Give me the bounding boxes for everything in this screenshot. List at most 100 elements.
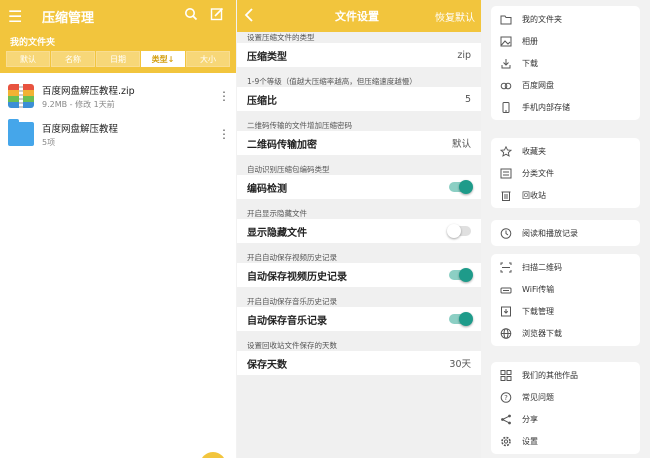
- more-options-icon[interactable]: ⋮: [218, 127, 230, 141]
- scan-icon: [500, 261, 512, 273]
- menu-item-label: 设置: [522, 436, 538, 446]
- setting-name: 自动保存音乐记录: [247, 315, 327, 327]
- trash-icon: [500, 189, 512, 201]
- floating-action-button[interactable]: [200, 452, 226, 458]
- menu-card: 我的文件夹相册下载百度网盘手机内部存储: [491, 6, 640, 120]
- menu-item-label: 浏览器下载: [522, 328, 562, 338]
- file-info: 百度网盘解压教程 5项: [42, 121, 218, 148]
- file-row[interactable]: 百度网盘解压教程.zip 9.2MB - 修改 1天前 ⋮: [0, 77, 236, 115]
- edit-icon[interactable]: [206, 7, 228, 25]
- setting-row[interactable]: 保存天数 30天: [237, 351, 481, 375]
- menu-item[interactable]: 回收站: [491, 184, 640, 206]
- app-title: 压缩管理: [42, 10, 95, 26]
- menu-item[interactable]: 我的文件夹: [491, 8, 640, 30]
- menu-item[interactable]: 相册: [491, 30, 640, 52]
- menu-item[interactable]: 扫描二维码: [491, 256, 640, 278]
- menu-item[interactable]: 下载管理: [491, 300, 640, 322]
- toggle-knob: [459, 268, 473, 282]
- setting-group-label: 二维码传输的文件增加压缩密码: [247, 121, 352, 130]
- hamburger-menu-icon[interactable]: ☰: [8, 7, 30, 26]
- menu-item[interactable]: ? 常见问题: [491, 386, 640, 408]
- setting-group-label: 自动识别压缩包编码类型: [247, 165, 330, 174]
- settings-title: 文件设置: [335, 10, 379, 23]
- file-manager-toolbar: ☰ 压缩管理: [0, 0, 236, 32]
- wifi-icon: [500, 283, 512, 295]
- menu-item-label: 下载: [522, 58, 538, 68]
- setting-group-label: 开启自动保存音乐历史记录: [247, 297, 337, 306]
- share-icon: [500, 413, 512, 425]
- settings-toolbar: 文件设置 恢复默认: [237, 0, 481, 32]
- menu-item-label: 收藏夹: [522, 146, 546, 156]
- setting-value: 默认: [451, 139, 471, 150]
- menu-item-label: 常见问题: [522, 392, 554, 402]
- baidu-netdisk-icon: [500, 79, 512, 91]
- menu-item-label: 我的文件夹: [522, 14, 562, 24]
- zip-file-icon: [8, 84, 34, 108]
- more-options-icon[interactable]: ⋮: [218, 89, 230, 103]
- menu-item-label: WiFi传输: [522, 284, 555, 294]
- sort-bar: 默认 名称 日期 类型↓ 大小: [6, 51, 230, 67]
- menu-item[interactable]: 百度网盘: [491, 74, 640, 96]
- menu-item-label: 分享: [522, 414, 538, 424]
- menu-item-label: 阅读和播放记录: [522, 228, 578, 238]
- setting-toggle[interactable]: [449, 180, 473, 194]
- menu-item-label: 百度网盘: [522, 80, 554, 90]
- setting-row[interactable]: 自动保存音乐记录: [237, 307, 481, 331]
- download-icon: [500, 57, 512, 69]
- help-icon: ?: [500, 391, 512, 403]
- sort-option-1[interactable]: 名称: [51, 51, 95, 67]
- menu-item[interactable]: 收藏夹: [491, 140, 640, 162]
- menu-item[interactable]: 手机内部存储: [491, 96, 640, 118]
- menu-card: 阅读和播放记录: [491, 220, 640, 246]
- svg-text:?: ?: [504, 394, 508, 402]
- setting-toggle[interactable]: [449, 268, 473, 282]
- navigation-menu-panel: 我的文件夹 相册 下载 百度网盘 手机内部存储 收藏夹 分类文件 回收站 阅读和播放记录 扫描二维…: [482, 0, 650, 458]
- phone-icon: [500, 101, 512, 113]
- menu-card: 我们的其他作品? 常见问题 分享 设置: [491, 362, 640, 454]
- setting-row[interactable]: 自动保存视频历史记录: [237, 263, 481, 287]
- setting-row[interactable]: 编码检测: [237, 175, 481, 199]
- sort-option-2[interactable]: 日期: [96, 51, 140, 67]
- setting-toggle[interactable]: [449, 312, 473, 326]
- back-arrow-icon[interactable]: [243, 7, 267, 26]
- menu-item[interactable]: 分类文件: [491, 162, 640, 184]
- setting-name: 自动保存视频历史记录: [247, 271, 347, 283]
- menu-card: 收藏夹分类文件 回收站: [491, 138, 640, 208]
- image-icon: [500, 35, 512, 47]
- file-info: 百度网盘解压教程.zip 9.2MB - 修改 1天前: [42, 83, 218, 110]
- settings-icon: [500, 435, 512, 447]
- setting-row[interactable]: 二维码传输加密 默认: [237, 131, 481, 155]
- menu-item[interactable]: 我们的其他作品: [491, 364, 640, 386]
- file-row[interactable]: 百度网盘解压教程 5项 ⋮: [0, 115, 236, 153]
- setting-row[interactable]: 显示隐藏文件: [237, 219, 481, 243]
- menu-item-label: 扫描二维码: [522, 262, 562, 272]
- sort-option-3[interactable]: 类型↓: [141, 51, 185, 67]
- file-meta: 9.2MB - 修改 1天前: [42, 99, 115, 109]
- menu-item[interactable]: 下载: [491, 52, 640, 74]
- setting-group-label: 设置压缩文件的类型: [247, 33, 315, 42]
- setting-toggle[interactable]: [447, 224, 471, 238]
- menu-item[interactable]: WiFi传输: [491, 278, 640, 300]
- apps-icon: [500, 369, 512, 381]
- menu-item[interactable]: 设置: [491, 430, 640, 452]
- search-icon[interactable]: [180, 7, 202, 25]
- sort-option-4[interactable]: 大小: [186, 51, 230, 67]
- sort-option-0[interactable]: 默认: [6, 51, 50, 67]
- setting-row[interactable]: 压缩类型 zip: [237, 43, 481, 67]
- setting-group-label: 开启自动保存视频历史记录: [247, 253, 337, 262]
- setting-value: zip: [457, 49, 471, 61]
- menu-item[interactable]: 阅读和播放记录: [491, 222, 640, 244]
- toggle-knob: [459, 312, 473, 326]
- menu-item[interactable]: 分享: [491, 408, 640, 430]
- menu-item-label: 我们的其他作品: [522, 370, 578, 380]
- browser-icon: [500, 327, 512, 339]
- menu-card: 扫描二维码 WiFi传输下载管理浏览器下载: [491, 254, 640, 346]
- file-name: 百度网盘解压教程.zip: [42, 85, 135, 97]
- setting-name: 二维码传输加密: [247, 139, 317, 151]
- setting-name: 显示隐藏文件: [247, 227, 307, 239]
- setting-row[interactable]: 压缩比 5: [237, 87, 481, 111]
- setting-value: 30天: [449, 359, 471, 370]
- menu-item[interactable]: 浏览器下载: [491, 322, 640, 344]
- reset-default-button[interactable]: 恢复默认: [435, 9, 475, 24]
- category-icon: [500, 167, 512, 179]
